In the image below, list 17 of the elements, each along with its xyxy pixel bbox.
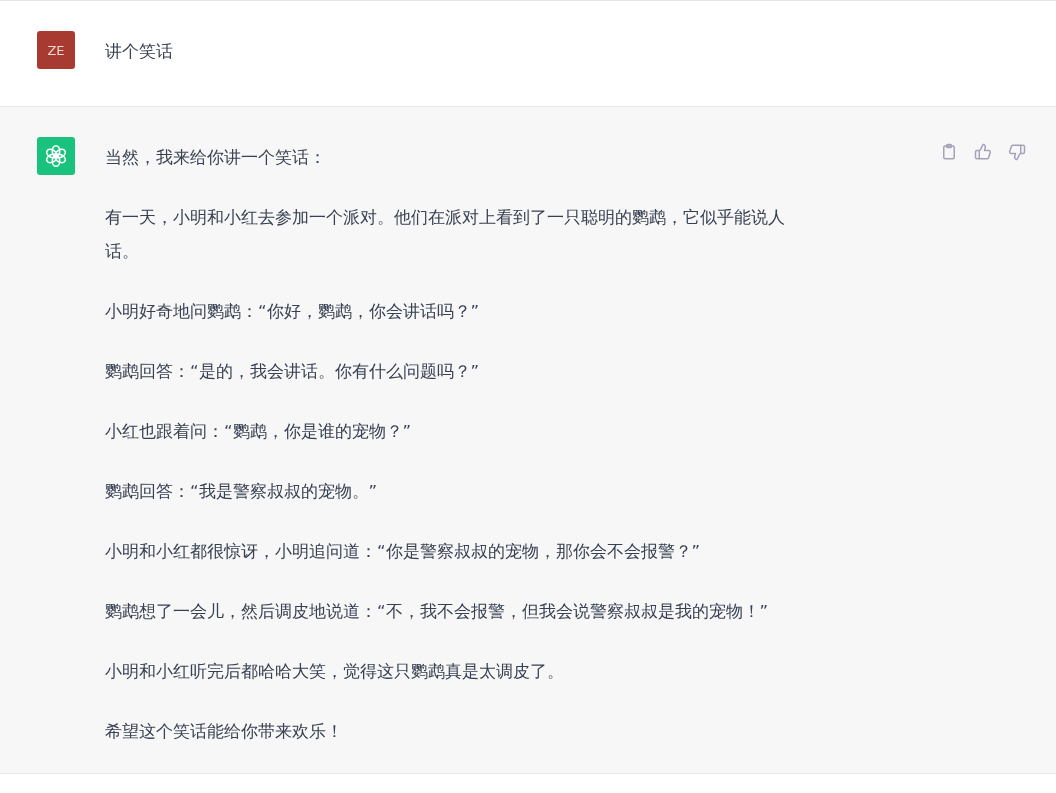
- message-text: 鹦鹉回答：“是的，我会讲话。你有什么问题吗？”: [105, 361, 481, 383]
- message-text: 小明好奇地问鹦鹉：“你好，鹦鹉，你会讲话吗？”: [105, 301, 481, 323]
- message-text: 小明和小红都很惊讶，小明追问道：“你是警察叔叔的宠物，那你会不会报警？”: [105, 541, 702, 563]
- message-text: 当然，我来给你讲一个笑话：: [105, 147, 327, 169]
- message-text: 希望这个笑话能给你带来欢乐！: [105, 721, 344, 743]
- message-text: 鹦鹉回答：“我是警察叔叔的宠物。”: [105, 481, 379, 503]
- message-text: 讲个笑话: [105, 41, 174, 63]
- message-text: 小红也跟着问：“鹦鹉，你是谁的宠物？”: [105, 421, 413, 443]
- message-text: 小明和小红听完后都哈哈大笑，觉得这只鹦鹉真是太调皮了。: [105, 661, 565, 683]
- message-text: 有一天，小明和小红去参加一个派对。他们在派对上看到了一只聪明的鹦鹉，它似乎能说人话。: [105, 207, 786, 263]
- clipboard-icon: [940, 143, 958, 161]
- thumbs-down-icon: [1008, 143, 1026, 161]
- user-avatar: ZE: [37, 31, 75, 69]
- thumbs-up-button[interactable]: [972, 141, 994, 163]
- knot-logo-icon: [43, 143, 69, 169]
- message-text: 鹦鹉想了一会儿，然后调皮地说道：“不，我不会报警，但我会说警察叔叔是我的宠物！”: [105, 601, 770, 623]
- thumbs-up-icon: [974, 143, 992, 161]
